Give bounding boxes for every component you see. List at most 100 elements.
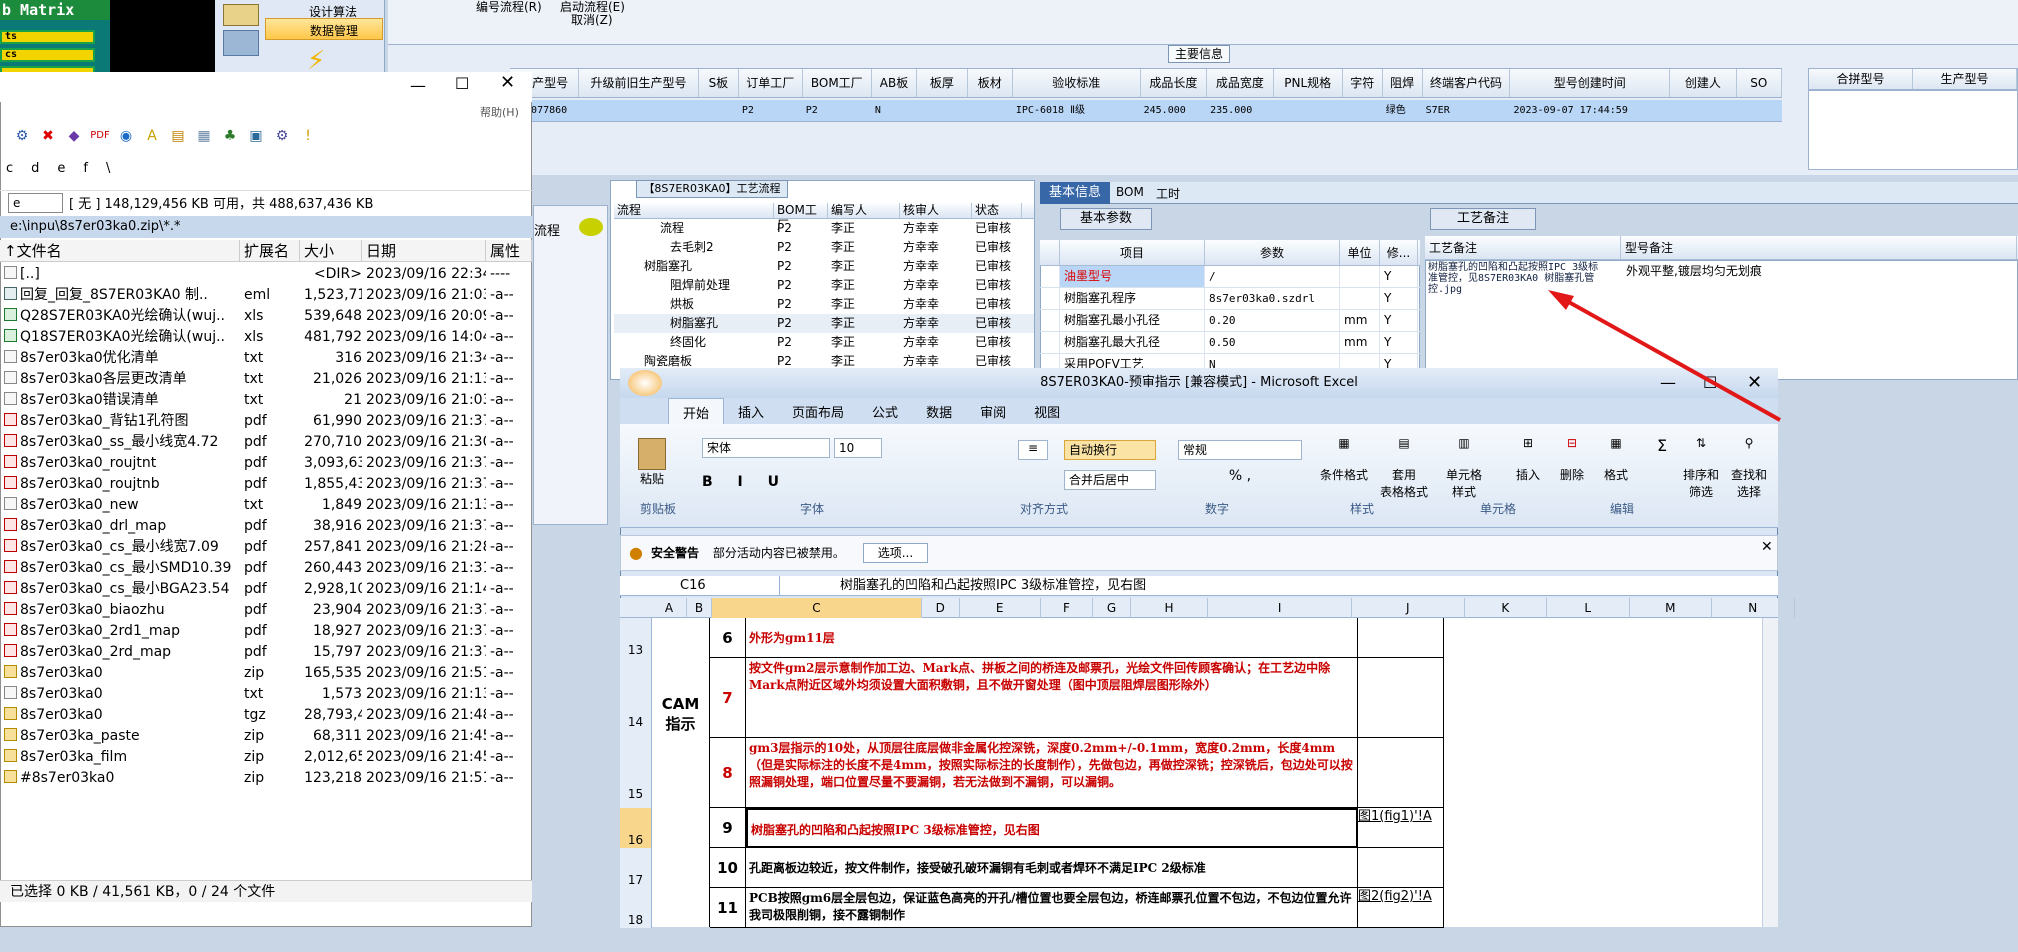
autosum-icon[interactable]: Σ [1650, 436, 1674, 455]
wrap-text-button[interactable]: 自动换行 [1064, 440, 1156, 460]
network-icon[interactable]: ⚙ [12, 126, 32, 146]
column-header-K[interactable]: K [1465, 598, 1547, 618]
drive-d[interactable]: d [31, 161, 39, 177]
grid-col-7[interactable]: 板材 [968, 69, 1013, 97]
col-date[interactable]: 日期 [362, 240, 486, 261]
browser-icon[interactable]: ◉ [116, 126, 136, 146]
file-row[interactable]: 8s7er03ka0_biaozhu pdf 23,904 2023/09/16 21… [0, 600, 532, 621]
link-cell[interactable]: 图1(fig1)'!A [1358, 808, 1444, 848]
grid-col-6[interactable]: 板厚 [917, 69, 968, 97]
grid-cell-13[interactable]: 绿色 [1383, 100, 1423, 121]
tab-process-note[interactable]: 工艺备注 [1430, 208, 1536, 230]
param-row[interactable]: 树脂塞孔最小孔径 0.20 mm Y [1040, 310, 1420, 332]
chat-bubble-icon[interactable] [579, 218, 603, 236]
file-row[interactable]: 8s7er03ka0_cs_最小线宽7.09 pdf 257,841 2023/09/… [0, 537, 532, 558]
print-icon[interactable]: ▦ [194, 126, 214, 146]
grid-cell-14[interactable]: S7ER [1423, 100, 1511, 121]
col-attr[interactable]: 属性 [486, 240, 532, 261]
ribbon-tab-3[interactable]: 公式 [858, 398, 912, 424]
drive-root[interactable]: \ [106, 161, 110, 177]
param-row[interactable]: 油墨型号 / Y [1040, 266, 1420, 288]
link-cell[interactable] [1358, 738, 1444, 808]
file-row[interactable]: 8s7er03ka0优化清单 txt 316 2023/09/16 21:34 -a-- [0, 348, 532, 369]
computer-icon[interactable] [223, 30, 259, 56]
grid-col-17[interactable]: SO [1737, 69, 1782, 97]
param-value[interactable]: / [1205, 266, 1340, 287]
file-row[interactable]: 8s7er03ka0 txt 1,573 2023/09/16 21:13 -a-- [0, 684, 532, 705]
col-filename[interactable]: ↑文件名 [0, 240, 240, 261]
menu-help[interactable]: 帮助(H) [480, 104, 519, 120]
excel-close-icon[interactable]: ✕ [1747, 368, 1762, 398]
merge-center-button[interactable]: 合并后居中 [1064, 470, 1156, 490]
link-cell[interactable] [1358, 848, 1444, 888]
instruction-cell[interactable]: gm3层指示的10处，从顶层往底层做非金属化控深铣，深度0.2mm+/-0.1m… [746, 738, 1358, 808]
grid-cell-6[interactable] [917, 100, 968, 121]
grid-cell-4[interactable]: P2 [803, 100, 872, 121]
number-format-select[interactable]: 常规 [1178, 440, 1302, 460]
col-status[interactable]: 状态 [972, 203, 1022, 218]
param-value[interactable]: 8s7er03ka0.szdrl [1205, 288, 1340, 309]
grid-cell-15[interactable]: 2023-09-07 17:44:59 [1510, 100, 1670, 121]
instruction-cell[interactable]: 外形为gm11层 [746, 618, 1358, 658]
find-select-button[interactable]: ⚲ 查找和 选择 [1726, 436, 1772, 500]
process-flow-tab[interactable]: 【8S7ER03KA0】工艺流程 [636, 180, 788, 198]
insert-cells-button[interactable]: ⊞ 插入 [1508, 436, 1548, 483]
grid-col-9[interactable]: 成品长度 [1141, 69, 1208, 97]
excel-maximize-icon[interactable]: ☐ [1703, 368, 1717, 398]
process-note-text[interactable]: 树脂塞孔的凹陷和凸起按照IPC 3级标准管控，见8S7ER03KA0 树脂塞孔管… [1428, 262, 1606, 295]
column-header-F[interactable]: F [1041, 598, 1094, 618]
file-row[interactable]: 8s7er03ka_paste zip 68,311 2023/09/16 21:45… [0, 726, 532, 747]
drive-c[interactable]: c [6, 161, 13, 177]
nav-data-management[interactable]: 数据管理 [265, 18, 383, 40]
col-writer[interactable]: 编写人 [828, 203, 900, 218]
grid-cell-8[interactable]: IPC-6018 Ⅱ级 [1013, 100, 1141, 121]
align-buttons[interactable]: ≡ [1018, 440, 1048, 460]
font-size-select[interactable]: 10 [834, 438, 882, 458]
excel-minimize-icon[interactable]: — [1660, 368, 1676, 398]
column-header-A[interactable]: A [652, 598, 687, 618]
drive-e[interactable]: e [57, 161, 65, 177]
ribbon-tab-0[interactable]: 开始 [668, 398, 725, 424]
col-merge-model[interactable]: 合拼型号 [1809, 69, 1913, 89]
column-header-L[interactable]: L [1547, 598, 1630, 618]
grid-col-8[interactable]: 验收标准 [1013, 69, 1141, 97]
grid-col-15[interactable]: 型号创建时间 [1510, 69, 1671, 97]
grid-col-11[interactable]: PNL规格 [1274, 69, 1343, 97]
item-number-cell[interactable]: 7 [710, 658, 746, 738]
ribbon-tab-6[interactable]: 视图 [1020, 398, 1074, 424]
table-format-button[interactable]: ▤ 套用 表格格式 [1376, 436, 1432, 500]
file-row[interactable]: 8s7er03ka0_new txt 1,849 2023/09/16 21:13 -a… [0, 495, 532, 516]
column-header-D[interactable]: D [922, 598, 960, 618]
grid-col-1[interactable]: 升级前旧生产型号 [579, 69, 699, 97]
legacy-bar-ts[interactable]: ts [0, 30, 95, 44]
column-header-H[interactable]: H [1131, 598, 1209, 618]
grid-cell-7[interactable] [968, 100, 1013, 121]
file-row[interactable]: 8s7er03ka0 tgz 28,793,4952023/09/16 21:48-… [0, 705, 532, 726]
link-cell[interactable] [1358, 658, 1444, 738]
file-row[interactable]: 8s7er03ka0_roujtnt pdf 3,093,6352023/09/16… [0, 453, 532, 474]
col-size[interactable]: 大小 [300, 240, 362, 261]
col-flow[interactable]: 流程 [614, 203, 774, 218]
toolbar-cancel[interactable]: 取消(Z) [571, 11, 613, 28]
ribbon-tab-1[interactable]: 插入 [724, 398, 778, 424]
current-path[interactable]: e:\inpu\8s7er03ka0.zip\*.* [0, 216, 532, 238]
row-number[interactable]: 16 [620, 808, 652, 848]
grid-col-13[interactable]: 阻焊 [1383, 69, 1423, 97]
toolbar-number-flow[interactable]: 编号流程(R) [476, 0, 542, 15]
file-row[interactable]: 回复_回复_8S7ER03KA0 制.. eml 1,523,7102023/09/… [0, 285, 532, 306]
text-icon[interactable]: A [142, 126, 162, 146]
col-unit[interactable]: 单位 [1340, 240, 1380, 265]
file-row[interactable]: 8s7er03ka0各层更改清单 txt 21,026 2023/09/16 21:1… [0, 369, 532, 390]
file-row[interactable]: Q18S7ER03KA0光绘确认(wuj.. xls 481,792 2023/09/… [0, 327, 532, 348]
image-icon[interactable]: ▣ [246, 126, 266, 146]
flow-row[interactable]: 树脂塞孔 P2 李正 方幸幸 已审核 [614, 314, 1034, 333]
instruction-cell[interactable]: 树脂塞孔的凹陷和凸起按照IPC 3级标准管控，见右图 [746, 808, 1358, 848]
maximize-icon[interactable]: ☐ [455, 74, 469, 93]
minimize-icon[interactable]: — [410, 76, 426, 95]
grid-col-14[interactable]: 终端客户代码 [1423, 69, 1511, 97]
file-row[interactable]: 8s7er03ka0_背钻1孔符图 pdf 61,990 2023/09/16 21:… [0, 411, 532, 432]
warning-close-icon[interactable]: ✕ [1761, 530, 1773, 564]
file-row[interactable]: 8s7er03ka_film zip 2,012,6532023/09/16 21:… [0, 747, 532, 768]
tab-basic-params[interactable]: 基本参数 [1060, 208, 1152, 230]
grid-cell-12[interactable] [1343, 100, 1383, 121]
